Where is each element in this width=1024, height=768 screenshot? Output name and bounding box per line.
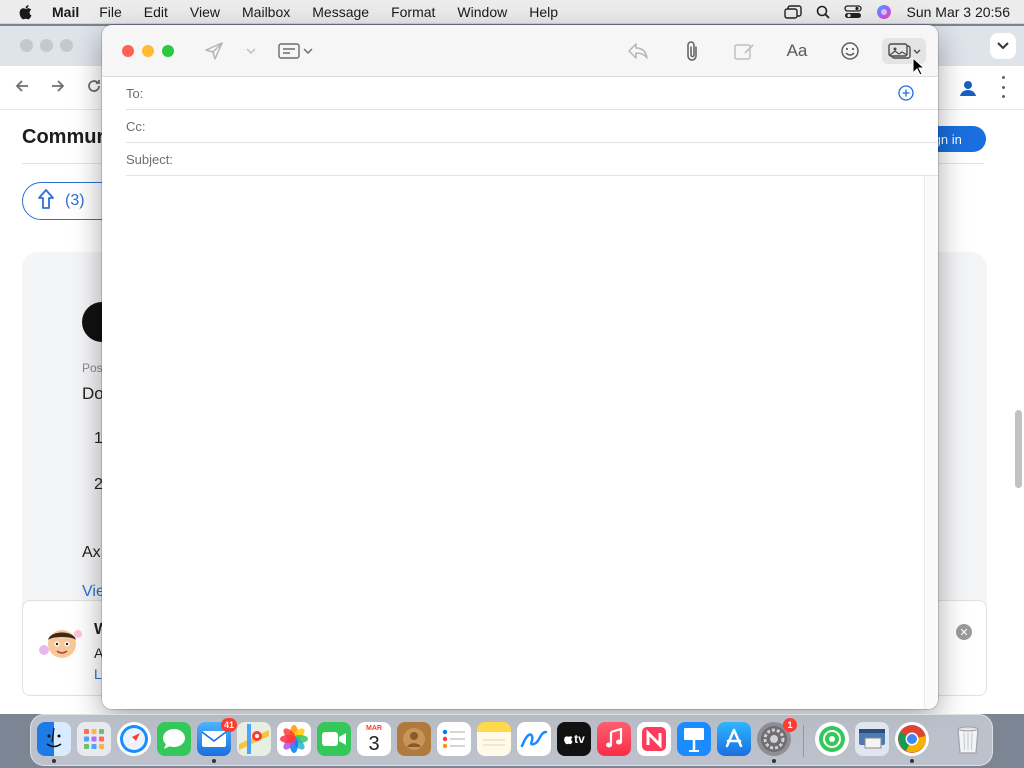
reply-icon[interactable] bbox=[626, 39, 650, 63]
menu-format[interactable]: Format bbox=[391, 4, 435, 20]
menu-file[interactable]: File bbox=[99, 4, 122, 20]
header-fields-icon[interactable] bbox=[276, 39, 316, 63]
menu-app-name[interactable]: Mail bbox=[52, 4, 79, 20]
mail-icon[interactable]: 41 bbox=[197, 718, 237, 756]
menu-bar: Mail File Edit View Mailbox Message Form… bbox=[0, 0, 1024, 24]
send-options-chevron-icon[interactable] bbox=[244, 39, 258, 63]
apple-menu-icon[interactable] bbox=[18, 4, 38, 20]
control-center-icon[interactable] bbox=[844, 5, 863, 19]
mail-compose-window: Aa To: Cc: Subject: bbox=[102, 25, 938, 709]
news-icon[interactable] bbox=[637, 722, 671, 756]
apple-tv-label: tv bbox=[574, 732, 585, 746]
calendar-month: MAR bbox=[366, 724, 382, 732]
page-title: Commun bbox=[22, 126, 109, 148]
posted-text: Pos bbox=[82, 361, 103, 375]
menu-view[interactable]: View bbox=[190, 4, 220, 20]
apple-tv-icon[interactable]: tv bbox=[557, 722, 591, 756]
maps-icon[interactable] bbox=[237, 722, 271, 756]
calendar-icon[interactable]: MAR 3 bbox=[357, 722, 391, 756]
post-title-fragment: Do bbox=[82, 384, 104, 403]
memoji-avatar-icon bbox=[36, 620, 86, 664]
calendar-day: 3 bbox=[368, 732, 380, 755]
contacts-icon[interactable] bbox=[397, 722, 431, 756]
attachment-icon[interactable] bbox=[680, 39, 704, 63]
menu-edit[interactable]: Edit bbox=[144, 4, 168, 20]
music-icon[interactable] bbox=[597, 722, 631, 756]
to-label: To: bbox=[126, 85, 144, 101]
add-contact-icon[interactable] bbox=[898, 85, 914, 101]
trash-icon[interactable] bbox=[951, 722, 985, 756]
to-field-row[interactable]: To: bbox=[126, 77, 938, 110]
siri-icon[interactable] bbox=[876, 4, 892, 20]
chrome-icon[interactable] bbox=[895, 722, 929, 756]
upvote-count: (3) bbox=[65, 192, 85, 209]
promo-close-icon[interactable]: ✕ bbox=[956, 624, 972, 640]
format-fonts-button[interactable]: Aa bbox=[782, 39, 812, 63]
stage-manager-icon[interactable] bbox=[784, 5, 803, 19]
subject-field-row[interactable]: Subject: bbox=[126, 143, 938, 176]
browser-close-light[interactable] bbox=[20, 39, 33, 52]
finder-icon[interactable] bbox=[37, 722, 71, 756]
browser-minimize-light[interactable] bbox=[40, 39, 53, 52]
subject-label: Subject: bbox=[126, 151, 173, 167]
browser-zoom-light[interactable] bbox=[60, 39, 73, 52]
browser-menu-kebab-icon[interactable] bbox=[1000, 76, 1006, 98]
messages-icon[interactable] bbox=[157, 722, 191, 756]
cc-field-row[interactable]: Cc: bbox=[126, 110, 938, 143]
page-scrollbar[interactable] bbox=[1015, 410, 1022, 488]
mouse-pointer-icon bbox=[912, 56, 926, 77]
back-arrow-icon[interactable] bbox=[14, 78, 30, 99]
menu-clock[interactable]: Sun Mar 3 20:56 bbox=[906, 4, 1010, 20]
freeform-icon[interactable] bbox=[517, 722, 551, 756]
launchpad-icon[interactable] bbox=[77, 722, 111, 756]
promo-link-fragment[interactable]: L bbox=[94, 666, 102, 682]
post-text-fragment: Ax bbox=[82, 544, 101, 561]
menu-message[interactable]: Message bbox=[312, 4, 369, 20]
markup-icon[interactable] bbox=[732, 39, 756, 63]
reminders-icon[interactable] bbox=[437, 722, 471, 756]
app-store-icon[interactable] bbox=[717, 722, 751, 756]
system-settings-icon[interactable]: 1 bbox=[757, 718, 797, 756]
settings-badge: 1 bbox=[783, 718, 797, 732]
message-body[interactable] bbox=[102, 176, 924, 709]
notes-icon[interactable] bbox=[477, 722, 511, 756]
reload-icon[interactable] bbox=[86, 78, 102, 99]
cc-label: Cc: bbox=[126, 118, 146, 134]
facetime-icon[interactable] bbox=[317, 722, 351, 756]
emoji-icon[interactable] bbox=[838, 39, 862, 63]
screenshot-preview-icon[interactable] bbox=[855, 722, 889, 756]
profile-icon[interactable] bbox=[958, 78, 978, 98]
zoom-window-button[interactable] bbox=[162, 45, 174, 57]
menu-help[interactable]: Help bbox=[529, 4, 558, 20]
menu-window[interactable]: Window bbox=[457, 4, 507, 20]
mail-running-dot bbox=[212, 759, 216, 763]
compose-toolbar: Aa bbox=[102, 25, 938, 77]
menu-mailbox[interactable]: Mailbox bbox=[242, 4, 290, 20]
dock: 41 MAR 3 tv 1 bbox=[30, 714, 993, 766]
close-window-button[interactable] bbox=[122, 45, 134, 57]
compose-scrollbar[interactable] bbox=[924, 176, 938, 709]
forward-arrow-icon[interactable] bbox=[50, 78, 66, 99]
send-icon[interactable] bbox=[202, 39, 226, 63]
find-my-icon[interactable] bbox=[815, 722, 849, 756]
keynote-icon[interactable] bbox=[677, 722, 711, 756]
minimize-window-button[interactable] bbox=[142, 45, 154, 57]
chrome-running-dot bbox=[910, 759, 914, 763]
finder-running-dot bbox=[52, 759, 56, 763]
dock-separator bbox=[803, 725, 804, 757]
settings-running-dot bbox=[772, 759, 776, 763]
up-arrow-icon bbox=[37, 188, 55, 215]
photos-icon[interactable] bbox=[277, 722, 311, 756]
mail-unread-badge: 41 bbox=[220, 718, 237, 732]
spotlight-search-icon[interactable] bbox=[816, 5, 831, 19]
safari-icon[interactable] bbox=[117, 722, 151, 756]
tab-search-chevron-icon[interactable] bbox=[990, 33, 1016, 59]
